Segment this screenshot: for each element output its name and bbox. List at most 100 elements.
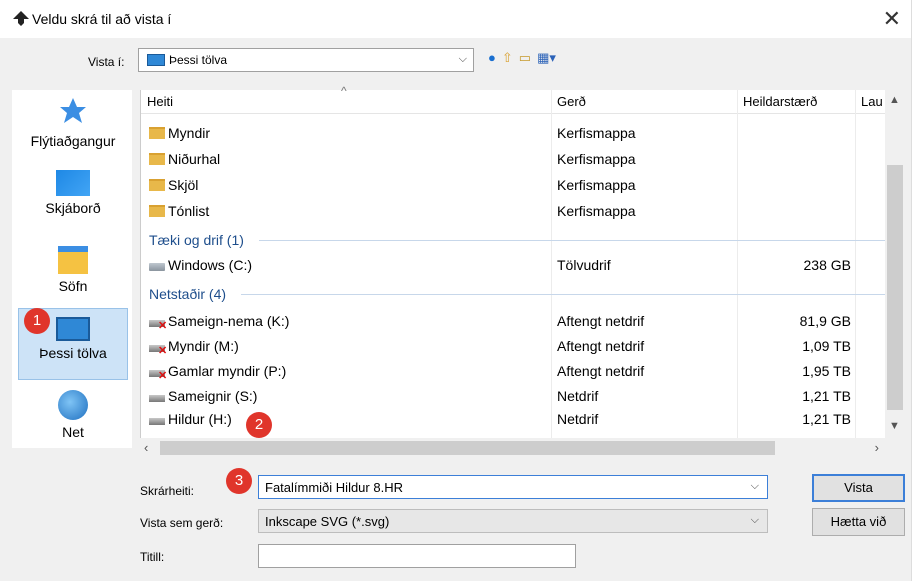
location-label: Vista í: (88, 55, 125, 69)
horizontal-scrollbar[interactable]: ‹ › (140, 438, 885, 458)
list-item[interactable]: Niðurhal Kerfismappa (141, 146, 886, 172)
column-free[interactable]: Lau (861, 94, 883, 109)
item-name: Skjöl (168, 177, 199, 193)
scroll-up-icon[interactable]: ▲ (889, 94, 900, 106)
annotation-badge: 2 (246, 412, 272, 438)
list-item[interactable]: Myndir Kerfismappa (141, 120, 886, 146)
computer-icon (56, 317, 90, 341)
new-folder-icon[interactable]: ▭ (519, 50, 531, 66)
list-item[interactable]: ✕ Gamlar myndir (P:) Aftengt netdrif 1,95… (141, 358, 886, 384)
item-type: Netdrif (557, 388, 599, 404)
places-bar: Flýtiaðgangur Skjáborð Söfn Þessi tölva … (12, 90, 132, 448)
item-name: Windows (C:) (168, 257, 253, 273)
filetype-value: Inkscape SVG (*.svg) (265, 514, 390, 529)
disconnected-network-drive-icon: ✕ (149, 370, 167, 382)
scroll-down-icon[interactable]: ▼ (889, 420, 900, 432)
item-type: Aftengt netdrif (557, 363, 645, 379)
group-header-network[interactable]: Netstaðir (4) (149, 286, 226, 302)
column-name[interactable]: Heiti (147, 94, 173, 109)
save-button[interactable]: Vista (812, 474, 905, 502)
chevron-down-icon[interactable]: ⌵ (751, 480, 759, 493)
place-label: Net (62, 424, 84, 440)
column-type[interactable]: Gerð (557, 94, 586, 109)
item-size: 238 GB (803, 257, 851, 273)
music-folder-icon (149, 205, 165, 217)
item-name: Myndir (M:) (168, 338, 239, 354)
column-header: Heiti ^ Gerð Heildarstærð Lau (141, 84, 886, 114)
item-name: Myndir (168, 125, 211, 141)
window-title: Veldu skrá til að vista í (32, 11, 172, 27)
item-name: Hildur (H:) (168, 411, 232, 427)
place-label: Skjáborð (45, 200, 101, 216)
filetype-label: Vista sem gerð: (140, 516, 224, 530)
item-name: Niðurhal (168, 151, 221, 167)
list-item[interactable]: Tónlist Kerfismappa (141, 198, 886, 224)
vertical-scrollbar[interactable]: ▲ ▼ (885, 90, 905, 438)
view-menu-icon[interactable]: ▦▾ (537, 50, 556, 66)
title-label: Titill: (140, 550, 165, 564)
title-bar: Veldu skrá til að vista í ✕ (0, 0, 923, 38)
title-field[interactable] (258, 544, 576, 568)
location-dropdown[interactable]: Þessi tölva ⌵ (138, 48, 474, 72)
annotation-badge: 3 (226, 468, 252, 494)
network-drive-icon (149, 418, 165, 425)
downloads-folder-icon (149, 153, 165, 165)
item-type: Kerfismappa (557, 151, 636, 167)
item-type: Aftengt netdrif (557, 313, 645, 329)
list-item[interactable]: ✕ Myndir (M:) Aftengt netdrif 1,09 TB (141, 333, 886, 359)
list-item[interactable]: ✕ Sameign-nema (K:) Aftengt netdrif 81,9 … (141, 308, 886, 334)
sort-ascending-icon: ^ (341, 84, 347, 98)
item-type: Tölvudrif (557, 257, 611, 273)
place-label: Flýtiaðgangur (30, 133, 116, 149)
list-item[interactable]: Skjöl Kerfismappa (141, 172, 886, 198)
toolbar-buttons: ● ⇧ ▭ ▦▾ (488, 50, 556, 66)
item-name: Tónlist (168, 203, 210, 219)
group-divider (259, 240, 886, 241)
cancel-button[interactable]: Hætta við (812, 508, 905, 536)
place-desktop[interactable]: Skjáborð (18, 170, 128, 216)
item-size: 1,95 TB (802, 363, 851, 379)
close-icon[interactable]: ✕ (883, 6, 901, 32)
drive-icon (149, 263, 165, 271)
scroll-left-icon[interactable]: ‹ (144, 440, 148, 455)
filename-value: Fatalímmiði Hildur 8.HR (265, 480, 403, 495)
scroll-thumb[interactable] (160, 441, 775, 455)
disconnected-network-drive-icon: ✕ (149, 320, 167, 332)
window-edge (911, 0, 923, 581)
place-network[interactable]: Net (18, 390, 128, 440)
item-type: Kerfismappa (557, 177, 636, 193)
filetype-dropdown[interactable]: Inkscape SVG (*.svg) ⌵ (258, 509, 768, 533)
chevron-down-icon: ⌵ (458, 53, 467, 65)
place-quick-access[interactable]: Flýtiaðgangur (18, 96, 128, 149)
network-drive-icon (149, 395, 165, 402)
network-icon (58, 390, 88, 420)
item-name: Sameignir (S:) (168, 388, 258, 404)
item-type: Netdrif (557, 411, 599, 427)
item-size: 1,21 TB (802, 388, 851, 404)
location-value: Þessi tölva (169, 53, 228, 67)
up-folder-icon[interactable]: ⇧ (502, 50, 513, 66)
libraries-icon (58, 246, 88, 274)
item-name: Gamlar myndir (P:) (168, 363, 287, 379)
item-size: 1,09 TB (802, 338, 851, 354)
filename-field[interactable]: Fatalímmiði Hildur 8.HR ⌵ (258, 475, 768, 499)
column-size[interactable]: Heildarstærð (743, 94, 817, 109)
item-type: Aftengt netdrif (557, 338, 645, 354)
item-name: Sameign-nema (K:) (168, 313, 290, 329)
place-label: Söfn (58, 278, 88, 294)
item-size: 1,21 TB (802, 411, 851, 427)
scroll-thumb[interactable] (887, 165, 903, 410)
annotation-badge: 1 (24, 308, 50, 334)
back-icon[interactable]: ● (488, 50, 496, 66)
place-libraries[interactable]: Söfn (18, 246, 128, 294)
chevron-down-icon: ⌵ (750, 514, 759, 526)
star-icon (60, 98, 86, 123)
filename-label: Skrárheiti: (140, 484, 195, 498)
item-type: Kerfismappa (557, 203, 636, 219)
group-divider (241, 294, 886, 295)
list-item[interactable]: Windows (C:) Tölvudrif 238 GB (141, 252, 886, 278)
scroll-right-icon[interactable]: › (875, 440, 879, 455)
group-header-devices[interactable]: Tæki og drif (1) (149, 232, 244, 248)
disconnected-network-drive-icon: ✕ (149, 345, 167, 357)
pictures-folder-icon (149, 127, 165, 139)
